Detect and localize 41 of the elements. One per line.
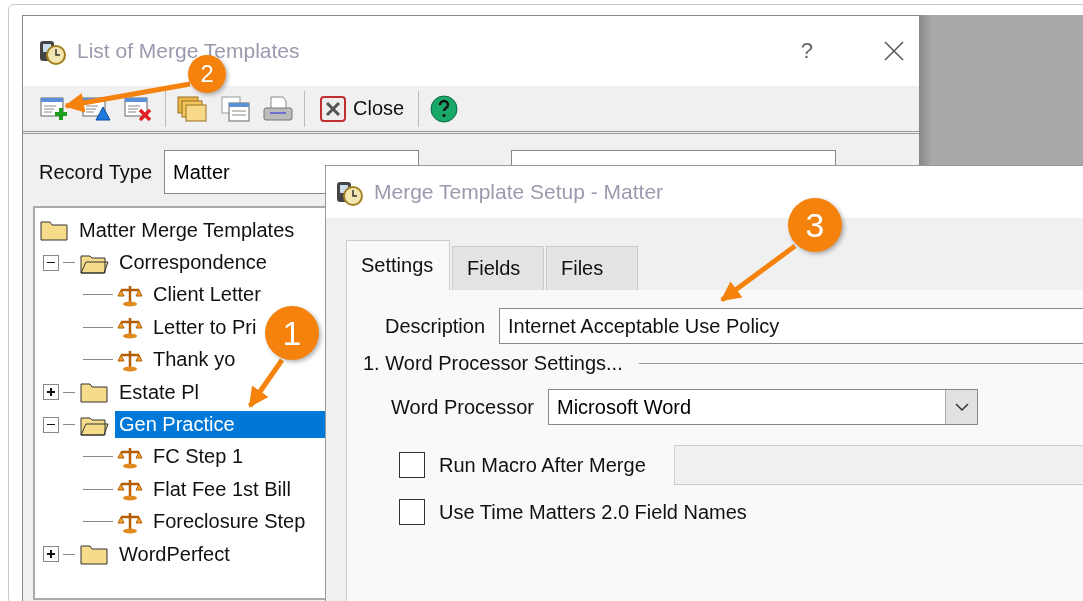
expand-toggle[interactable] xyxy=(43,546,59,563)
section-heading: 1. Word Processor Settings... xyxy=(363,352,623,375)
checkbox-label: Use Time Matters 2.0 Field Names xyxy=(439,500,747,524)
word-processor-dropdown[interactable]: Microsoft Word xyxy=(548,389,978,425)
tree-item[interactable]: Matter Merge Templates xyxy=(75,216,299,244)
tree-item[interactable]: Client Letter xyxy=(149,281,265,309)
collapse-toggle[interactable] xyxy=(43,416,59,433)
close-icon xyxy=(319,94,347,123)
close-icon[interactable] xyxy=(883,40,905,62)
checkbox-label: Run Macro After Merge xyxy=(439,453,646,477)
checkbox[interactable] xyxy=(399,452,425,478)
scales-icon xyxy=(117,315,143,340)
tab[interactable]: Fields xyxy=(452,246,544,290)
field-label: Record Type xyxy=(39,160,153,184)
tree-item[interactable]: Foreclosure Step xyxy=(149,508,310,536)
field-label: Word Processor xyxy=(391,395,534,419)
printer-icon[interactable] xyxy=(262,93,294,124)
tree-item[interactable]: Flat Fee 1st Bill xyxy=(149,475,295,503)
close-button[interactable]: Close xyxy=(315,92,409,125)
list-icon[interactable] xyxy=(220,93,252,124)
help-button[interactable]: ? xyxy=(800,38,813,64)
checkbox[interactable] xyxy=(399,499,425,525)
folder-icon xyxy=(79,542,109,567)
expand-toggle[interactable] xyxy=(43,384,59,401)
help-icon[interactable] xyxy=(429,93,460,124)
chevron-down-icon xyxy=(954,402,969,412)
description-field[interactable]: Internet Acceptable Use Policy xyxy=(499,308,1083,344)
folder-icon xyxy=(39,218,69,243)
tree-item[interactable]: Correspondence xyxy=(115,249,271,277)
tab[interactable]: Settings xyxy=(346,240,450,290)
collapse-toggle[interactable] xyxy=(43,254,59,271)
tree-item[interactable]: Thank yo xyxy=(149,346,240,374)
arrow xyxy=(247,358,285,408)
folder-icon xyxy=(79,380,109,405)
tree-item[interactable]: FC Step 1 xyxy=(149,443,248,471)
tree-item[interactable]: Estate Pl xyxy=(115,378,204,406)
scales-icon xyxy=(117,477,143,502)
tree-item[interactable]: Letter to Pri xyxy=(149,313,261,341)
field-label: Description xyxy=(385,314,486,338)
tree-item[interactable]: WordPerfect xyxy=(115,540,234,568)
tab[interactable]: Files xyxy=(546,246,638,290)
